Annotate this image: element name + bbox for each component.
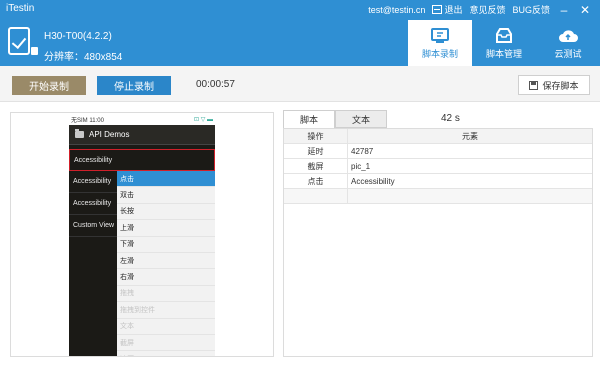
menu-item-swipe-right[interactable]: 右滑 <box>117 269 215 286</box>
menu-item-text: 文本 <box>117 319 215 335</box>
phone-list-item[interactable]: Accessibility <box>69 149 215 171</box>
monitor-icon <box>431 28 449 43</box>
script-table: 操作 元素 延时 42787 截屏 pic_1 点击 Accessibility <box>283 128 593 357</box>
cloud-icon <box>559 30 578 42</box>
device-usb-icon <box>31 47 38 55</box>
bug-feedback-link[interactable]: BUG反馈 <box>512 3 550 16</box>
column-header-element: 元素 <box>462 131 478 141</box>
tab-text[interactable]: 文本 <box>335 110 387 128</box>
account-email[interactable]: test@testin.cn <box>368 5 425 15</box>
logout-icon <box>432 5 443 14</box>
phone-status-right: ⊡ ▽ ▬ <box>194 116 213 123</box>
row-element-empty <box>348 189 592 203</box>
tray-icon <box>496 28 512 43</box>
tab-script[interactable]: 脚本 <box>283 110 335 128</box>
logout-label: 退出 <box>444 5 463 15</box>
menu-item-traverse: 遍历 <box>117 351 215 357</box>
main-nav: 脚本录制 脚本管理 云测试 <box>408 20 600 66</box>
menu-item-swipe-up[interactable]: 上滑 <box>117 220 215 237</box>
save-script-button[interactable]: 保存脚本 <box>518 75 590 95</box>
table-row-empty <box>284 189 592 204</box>
row-operation: 截屏 <box>284 159 348 173</box>
phone-app-titlebar: API Demos <box>69 125 215 145</box>
folder-icon <box>75 129 84 138</box>
menu-item-double-click[interactable]: 双击 <box>117 187 215 204</box>
recording-timer: 00:00:57 <box>196 79 235 90</box>
start-recording-button[interactable]: 开始录制 <box>12 76 86 95</box>
save-script-label: 保存脚本 <box>542 80 579 91</box>
menu-item-drag: 拖拽 <box>117 286 215 303</box>
script-tab-row: 脚本 文本 42 s <box>283 110 593 128</box>
tab-script-recording-label: 脚本录制 <box>421 49 458 59</box>
tab-script-management[interactable]: 脚本管理 <box>472 20 536 66</box>
tab-script-recording[interactable]: 脚本录制 <box>408 20 472 66</box>
row-element: 42787 <box>351 146 374 156</box>
menu-item-swipe-left[interactable]: 左滑 <box>117 253 215 270</box>
row-operation: 点击 <box>284 174 348 188</box>
device-check-icon <box>8 27 30 55</box>
minimize-button[interactable]: – <box>557 4 571 16</box>
stop-recording-button[interactable]: 停止录制 <box>97 76 171 95</box>
menu-item-click[interactable]: 点击 <box>117 171 215 188</box>
table-header: 操作 元素 <box>284 129 592 144</box>
close-button[interactable]: ✕ <box>578 4 592 16</box>
action-context-menu: 点击 双击 长按 上滑 下滑 左滑 右滑 拖拽 拖拽到控件 文本 截屏 遍历 <box>117 171 215 357</box>
tab-cloud-test[interactable]: 云测试 <box>536 20 600 66</box>
table-row[interactable]: 点击 Accessibility <box>284 174 592 189</box>
app-title: iTestin <box>6 3 35 14</box>
device-resolution: 分辨率：480x854 <box>44 52 123 63</box>
menu-item-screenshot: 截屏 <box>117 335 215 352</box>
save-icon <box>529 80 539 90</box>
tab-cloud-test-label: 云测试 <box>554 49 582 59</box>
menu-item-drag-to-control: 拖拽到控件 <box>117 302 215 319</box>
row-operation: 延时 <box>284 144 348 158</box>
account-area: test@testin.cn 退出 意见反馈 BUG反馈 – ✕ <box>368 3 592 16</box>
app-header: iTestin test@testin.cn 退出 意见反馈 BUG反馈 – ✕… <box>0 0 600 66</box>
phone-status-bar: 无SIM 11:00 ⊡ ▽ ▬ <box>69 113 215 125</box>
feedback-link[interactable]: 意见反馈 <box>469 3 505 16</box>
row-element: Accessibility <box>351 176 395 186</box>
table-row[interactable]: 截屏 pic_1 <box>284 159 592 174</box>
phone-screen[interactable]: API Demos Accessibility Accessibility Ac… <box>69 125 215 357</box>
recording-toolbar: 开始录制 停止录制 00:00:57 保存脚本 <box>0 66 600 102</box>
table-row[interactable]: 延时 42787 <box>284 144 592 159</box>
row-operation-empty <box>284 189 348 203</box>
phone-status-left: 无SIM 11:00 <box>71 117 104 124</box>
phone-app-title: API Demos <box>89 130 130 139</box>
device-name: H30-T00(4.2.2) <box>44 31 112 42</box>
row-element: pic_1 <box>351 161 371 171</box>
menu-item-long-press[interactable]: 长按 <box>117 204 215 221</box>
column-header-operation: 操作 <box>284 129 348 143</box>
script-duration: 42 s <box>441 113 460 124</box>
logout-button[interactable]: 退出 <box>432 3 462 16</box>
menu-item-swipe-down[interactable]: 下滑 <box>117 237 215 253</box>
device-screen-panel: 无SIM 11:00 ⊡ ▽ ▬ API Demos Accessibility… <box>10 112 274 357</box>
tab-script-management-label: 脚本管理 <box>485 49 522 59</box>
